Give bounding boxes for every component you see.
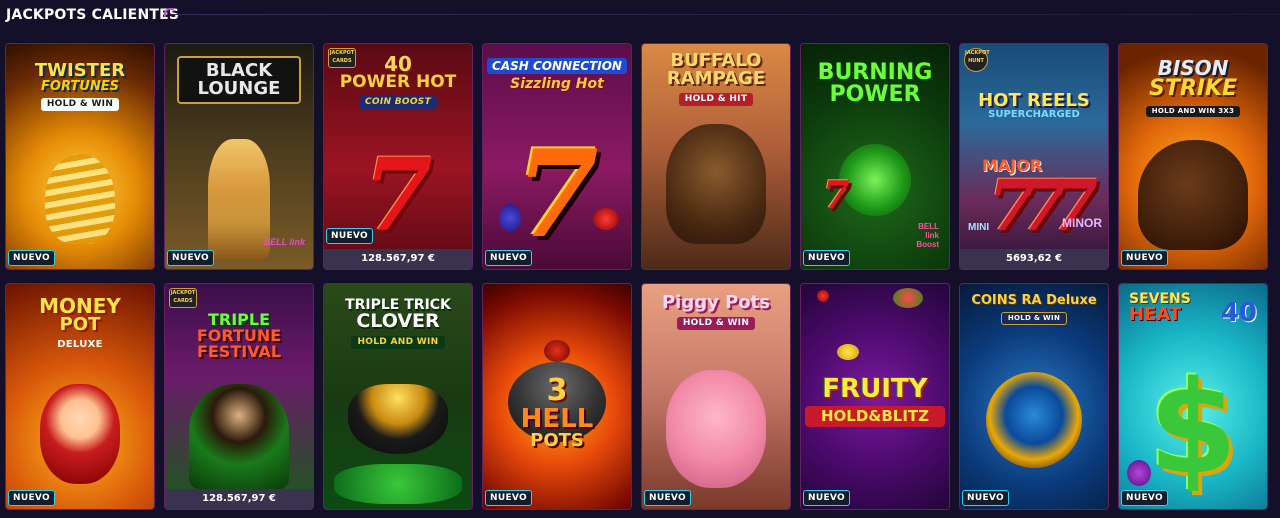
game-card-power-hot[interactable]: JACKPOT CARDS 40 POWER HOT COIN BOOST 7 …: [324, 44, 472, 269]
jackpot-amount: 128.567,97 €: [324, 249, 472, 269]
grapes-icon: [1127, 460, 1151, 486]
cherries-icon: [593, 208, 619, 230]
bison-illustration: [1138, 140, 1248, 250]
game-logo: MONEY POT DELUXE: [39, 294, 121, 350]
triple-seven-icon: 777: [987, 164, 1098, 247]
jackpot-cards-tag: JACKPOT CARDS: [169, 288, 197, 308]
grapes-icon: [499, 204, 521, 232]
game-logo: COINS RA Deluxe HOLD & WIN: [964, 294, 1104, 325]
watermelon-icon: [893, 288, 923, 308]
new-badge: NUEVO: [485, 250, 532, 266]
jackpot-amount: 128.567,97 €: [165, 489, 313, 509]
header-divider: [170, 14, 1280, 15]
pig-character-illustration: [666, 370, 766, 488]
game-logo: BURNING POWER: [817, 60, 933, 107]
game-logo: BUFFALO RAMPAGE HOLD & HIT: [666, 50, 766, 106]
new-badge: NUEVO: [1121, 250, 1168, 266]
section-header: JACKPOTS CALIENTES: [0, 0, 1280, 34]
section-title: JACKPOTS CALIENTES: [6, 7, 180, 23]
seven-symbol-icon: 7: [515, 124, 599, 265]
game-card-hell-pots[interactable]: 3 HELL POTS NUEVO: [483, 284, 631, 509]
game-card-triple-trick-clover[interactable]: TRIPLE TRICK CLOVER HOLD AND WIN: [324, 284, 472, 509]
game-card-piggy-pots[interactable]: Piggy Pots HOLD & WIN NUEVO: [642, 284, 790, 509]
devil-icon: [544, 340, 570, 362]
bell-link-logo: BELL link: [263, 237, 305, 247]
dollar-sign-icon: $: [1148, 354, 1238, 503]
new-badge: NUEVO: [803, 250, 850, 266]
lemon-icon: [837, 344, 859, 360]
game-logo: TWISTER FORTUNES HOLD & WIN: [34, 60, 126, 111]
game-card-money-pot[interactable]: MONEY POT DELUXE NUEVO: [6, 284, 154, 509]
game-logo: FRUITY HOLD&BLITZ: [805, 376, 945, 427]
game-logo: 3 HELL POTS: [520, 373, 594, 451]
game-grid: TWISTER FORTUNES HOLD & WIN NUEVO BLACK …: [6, 44, 1267, 509]
game-card-coins-of-ra[interactable]: COINS RA Deluxe HOLD & WIN NUEVO: [960, 284, 1108, 509]
game-card-hot-reels[interactable]: JACKPOT HUNT HOT REELS SUPERCHARGED MAJO…: [960, 44, 1108, 269]
jackpot-hunt-tag: JACKPOT HUNT: [964, 48, 990, 72]
game-card-sevens-heat[interactable]: SEVENS HEAT 40 $ NUEVO: [1119, 284, 1267, 509]
game-card-black-lounge[interactable]: BLACK LOUNGE BELL link NUEVO: [165, 44, 313, 269]
game-card-cash-connection[interactable]: CASH CONNECTION Sizzling Hot 7 NUEVO: [483, 44, 631, 269]
new-badge: NUEVO: [8, 490, 55, 506]
buffalo-illustration: [666, 124, 766, 244]
header-corner-accent: [164, 8, 174, 17]
clover-icon: [839, 144, 911, 216]
game-card-bison-strike[interactable]: BISON STRIKE HOLD AND WIN 3x3 NUEVO: [1119, 44, 1267, 269]
new-badge: NUEVO: [326, 228, 373, 244]
emperor-illustration: [189, 384, 289, 489]
god-of-wealth-illustration: [40, 384, 120, 484]
game-logo: TRIPLE TRICK CLOVER HOLD AND WIN: [345, 297, 451, 349]
game-card-twister-fortunes[interactable]: TWISTER FORTUNES HOLD & WIN NUEVO: [6, 44, 154, 269]
minor-label: MINOR: [1062, 216, 1102, 230]
game-logo: BLACK LOUNGE: [177, 56, 301, 104]
game-logo: BISON STRIKE HOLD AND WIN 3x3: [1123, 58, 1263, 117]
character-illustration: [208, 139, 270, 259]
new-badge: NUEVO: [1121, 490, 1168, 506]
game-card-triple-fortune-festival[interactable]: JACKPOT CARDS TRIPLE FORTUNE FESTIVAL 12…: [165, 284, 313, 509]
game-logo: HOT REELS SUPERCHARGED: [978, 90, 1090, 120]
new-badge: NUEVO: [962, 490, 1009, 506]
mini-label: MINI: [968, 222, 990, 233]
forty-label: 40: [1220, 298, 1257, 328]
game-logo: TRIPLE FORTUNE FESTIVAL: [196, 310, 282, 361]
tornado-icon: [45, 154, 115, 244]
seven-symbol-icon: 7: [363, 136, 433, 254]
new-badge: NUEVO: [803, 490, 850, 506]
game-card-burning-power[interactable]: BURNING POWER 7 BELL link Boost NUEVO: [801, 44, 949, 269]
bell-link-boost-logo: BELL link Boost: [916, 222, 939, 249]
pot-of-gold-icon: [348, 384, 448, 454]
game-logo: 40 POWER HOT COIN BOOST: [339, 52, 457, 109]
seven-symbol-icon: 7: [823, 172, 850, 217]
cherry-icon: [817, 290, 829, 302]
game-card-buffalo-rampage[interactable]: BUFFALO RAMPAGE HOLD & HIT: [642, 44, 790, 269]
game-logo: Piggy Pots HOLD & WIN: [661, 292, 770, 330]
new-badge: NUEVO: [485, 490, 532, 506]
game-card-fruity-hold-blitz[interactable]: FRUITY HOLD&BLITZ NUEVO: [801, 284, 949, 509]
new-badge: NUEVO: [644, 490, 691, 506]
game-logo: SEVENS HEAT: [1129, 291, 1191, 325]
new-badge: NUEVO: [167, 250, 214, 266]
game-logo: CASH CONNECTION Sizzling Hot: [487, 58, 627, 91]
ra-coin-icon: [986, 372, 1082, 468]
clover-leaves-icon: [334, 464, 462, 504]
new-badge: NUEVO: [8, 250, 55, 266]
jackpot-amount: 5693,62 €: [960, 249, 1108, 269]
